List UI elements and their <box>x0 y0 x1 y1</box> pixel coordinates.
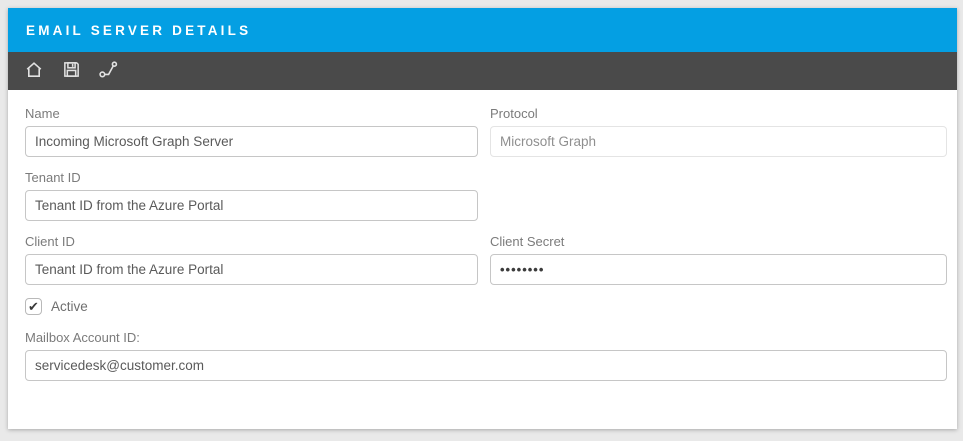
protocol-field-group: Protocol <box>490 106 947 157</box>
client-id-label: Client ID <box>25 234 478 249</box>
page-title: EMAIL SERVER DETAILS <box>26 23 251 38</box>
email-server-form: Name Protocol Tenant ID Client ID Client… <box>8 90 957 381</box>
client-secret-label: Client Secret <box>490 234 947 249</box>
name-label: Name <box>25 106 478 121</box>
home-icon <box>24 60 44 83</box>
active-checkbox-row[interactable]: ✔ Active <box>25 298 947 315</box>
connection-icon <box>98 59 119 83</box>
mailbox-account-id-input[interactable] <box>25 350 947 381</box>
tenant-id-label: Tenant ID <box>25 170 478 185</box>
panel-titlebar: EMAIL SERVER DETAILS <box>8 8 957 52</box>
toolbar <box>8 52 957 90</box>
client-id-field-group: Client ID <box>25 234 478 285</box>
save-button[interactable] <box>59 59 83 83</box>
mailbox-account-id-field-group: Mailbox Account ID: <box>25 330 947 381</box>
connection-button[interactable] <box>96 59 120 83</box>
active-label: Active <box>51 299 88 314</box>
client-secret-input[interactable] <box>490 254 947 285</box>
save-icon <box>62 60 81 82</box>
tenant-id-input[interactable] <box>25 190 478 221</box>
email-server-details-panel: EMAIL SERVER DETAILS <box>8 8 957 429</box>
name-field-group: Name <box>25 106 478 157</box>
protocol-label: Protocol <box>490 106 947 121</box>
active-checkbox[interactable]: ✔ <box>25 298 42 315</box>
checkmark-icon: ✔ <box>28 300 39 313</box>
tenant-id-field-group: Tenant ID <box>25 170 478 221</box>
name-input[interactable] <box>25 126 478 157</box>
client-secret-field-group: Client Secret <box>490 234 947 285</box>
protocol-input <box>490 126 947 157</box>
mailbox-account-id-label: Mailbox Account ID: <box>25 330 947 345</box>
home-button[interactable] <box>22 59 46 83</box>
client-id-input[interactable] <box>25 254 478 285</box>
